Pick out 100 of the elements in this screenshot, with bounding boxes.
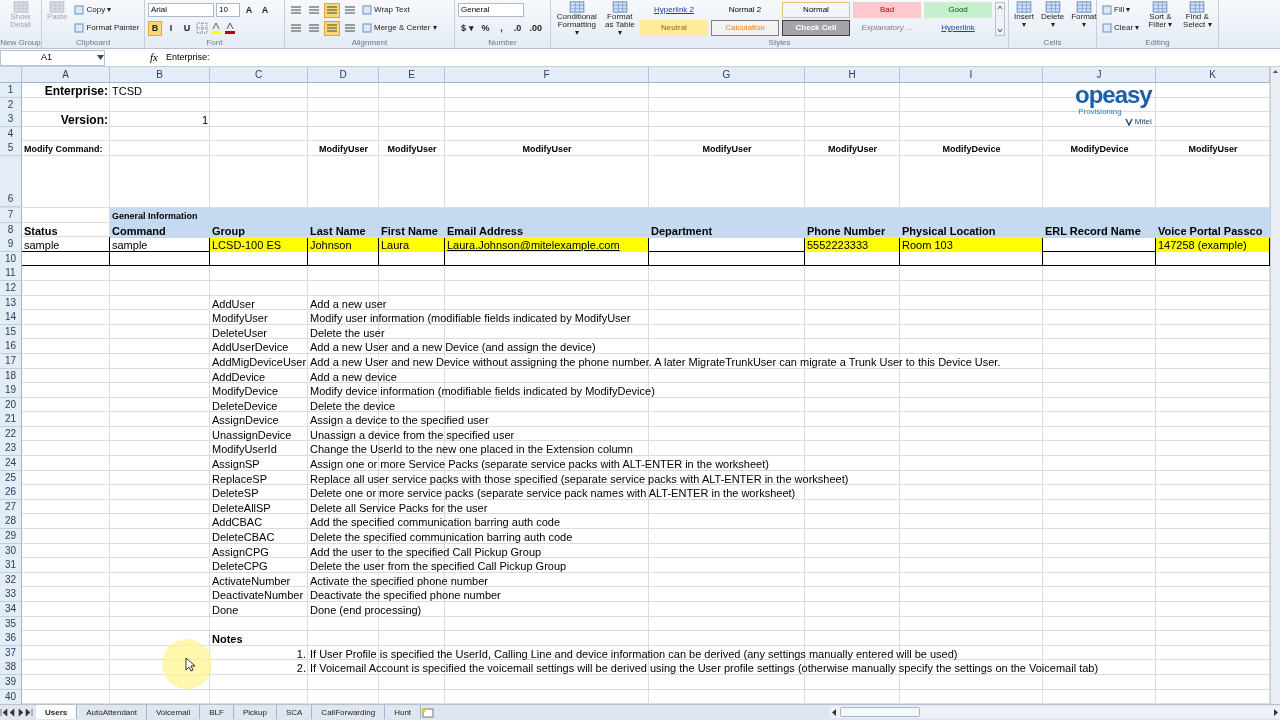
cell-text: AssignCPG xyxy=(212,545,269,559)
horizontal-scrollbar[interactable] xyxy=(830,706,1280,718)
ribbon-button[interactable]: Format Painter xyxy=(72,22,142,34)
cell-style[interactable]: Bad xyxy=(853,2,921,18)
row-number[interactable]: 38 xyxy=(0,660,22,676)
vertical-scrollbar[interactable] xyxy=(1270,67,1280,704)
ribbon-button[interactable]: Format ▾ xyxy=(1069,1,1099,29)
cell-text: Done xyxy=(212,604,239,617)
cell-style[interactable]: Normal xyxy=(782,2,850,18)
alignment-button[interactable] xyxy=(324,2,340,18)
ribbon-button[interactable]: Delete ▾ xyxy=(1039,1,1067,29)
column-letter[interactable]: A xyxy=(22,67,110,83)
cell-text: Room 103 xyxy=(902,239,953,253)
toolbar-text-button[interactable]: A xyxy=(258,2,272,18)
cell-style[interactable]: Hyperlink 2 xyxy=(640,2,708,18)
ribbon-button[interactable]: Find & Select ▾ xyxy=(1179,1,1215,29)
command-tag: ModifyDevice xyxy=(1070,143,1129,157)
ribbon-button[interactable]: Sort & Filter ▾ xyxy=(1144,1,1177,29)
cell-style[interactable]: Explanatory ... xyxy=(853,20,921,36)
ribbon-button[interactable]: Clear ▾ xyxy=(1100,22,1142,34)
row-number[interactable]: 3 xyxy=(0,112,22,128)
column-letter[interactable]: B xyxy=(110,67,210,83)
alignment-button[interactable] xyxy=(324,20,340,36)
column-letter[interactable]: H xyxy=(805,67,900,83)
ribbon-button[interactable]: Conditional Formatting ▾ xyxy=(554,1,600,37)
row-number[interactable]: 7 xyxy=(0,207,22,223)
toolbar-text-button[interactable]: A xyxy=(242,2,256,18)
toolbar-text-button[interactable]: I xyxy=(164,20,178,36)
toolbar-text-button[interactable]: , xyxy=(494,20,509,36)
left-arrow-icon[interactable] xyxy=(830,707,838,717)
name-box[interactable]: A1 xyxy=(0,49,105,66)
cell-style[interactable]: Good xyxy=(924,2,992,18)
cell-text: Assign one or more Service Packs (separate service packs with ALT-ENTER in the worksheet) xyxy=(310,458,769,472)
toolbar-text-button[interactable]: U xyxy=(180,20,194,36)
gallery-scroll-icon[interactable] xyxy=(995,2,1005,36)
toolbar-text-button[interactable]: % xyxy=(478,20,493,36)
row-number[interactable]: 26 xyxy=(0,485,22,501)
sheet-navigation-icon[interactable] xyxy=(0,707,36,717)
ribbon-button[interactable]: Fill ▾ xyxy=(1100,4,1133,16)
row-number[interactable]: 28 xyxy=(0,514,22,530)
column-letter[interactable]: J xyxy=(1043,67,1156,83)
ribbon-button[interactable]: Copy ▾ xyxy=(72,4,114,16)
dropdown-field[interactable]: General xyxy=(458,3,524,17)
row-number[interactable]: 6 xyxy=(0,155,22,207)
dropdown-field[interactable]: Arial xyxy=(148,3,214,17)
column-letter[interactable]: D xyxy=(308,67,379,83)
row-number[interactable]: 19 xyxy=(0,383,22,399)
cell-text: DeleteAllSP xyxy=(212,501,271,515)
scroll-thumb[interactable] xyxy=(840,707,920,717)
row-number[interactable]: 5 xyxy=(0,141,22,157)
row-number[interactable]: 29 xyxy=(0,529,22,545)
page-icon xyxy=(74,5,85,15)
insert-function-button[interactable]: fx xyxy=(147,49,161,66)
caret-icon xyxy=(97,55,104,60)
borders-icon[interactable] xyxy=(196,22,208,34)
row-number[interactable]: 36 xyxy=(0,631,22,647)
ribbon-button[interactable]: Merge & Center ▾ xyxy=(360,22,439,34)
toolbar-text-button[interactable]: .00 xyxy=(526,20,546,36)
column-letter[interactable]: I xyxy=(900,67,1043,83)
cell-value: 2. xyxy=(296,662,306,676)
row-number[interactable]: 31 xyxy=(0,558,22,574)
toolbar-text-button[interactable]: $ ▾ xyxy=(458,20,477,36)
cell-text: ModifyUser xyxy=(212,312,268,326)
row-number[interactable]: 21 xyxy=(0,412,22,428)
insert-sheet-icon[interactable] xyxy=(421,706,436,718)
group-label: Number xyxy=(487,37,518,48)
cell-style[interactable]: Normal 2 xyxy=(711,2,779,18)
row-number[interactable]: 34 xyxy=(0,602,22,617)
row-number[interactable]: 24 xyxy=(0,456,22,472)
column-letter[interactable]: F xyxy=(445,67,649,83)
cell-style[interactable]: Neutral xyxy=(640,20,708,36)
toolbar-text-button[interactable]: B xyxy=(148,20,162,36)
row-number[interactable]: 14 xyxy=(0,310,22,326)
row-number[interactable]: 9 xyxy=(0,237,22,253)
cell-text: ModifyUserId xyxy=(212,443,277,457)
row-number[interactable]: 1 xyxy=(0,83,22,98)
ribbon-button[interactable]: Format as Table ▾ xyxy=(602,1,637,37)
cell-text: Replace all user service packs with those specified (separate service packs with ALT-ENTER in the worksheet) xyxy=(310,472,849,486)
row-number[interactable]: 33 xyxy=(0,587,22,603)
field-label: Version: xyxy=(60,114,108,128)
column-letter[interactable]: C xyxy=(210,67,308,83)
right-arrow-icon[interactable] xyxy=(1272,707,1280,717)
column-letter[interactable]: E xyxy=(379,67,445,83)
ribbon-button[interactable]: Wrap Text xyxy=(360,4,412,16)
cell-text: AddUser xyxy=(212,297,255,311)
dropdown-field[interactable]: 10 xyxy=(216,3,240,17)
command-tag: Modify Command: xyxy=(24,143,103,157)
row-number[interactable]: 23 xyxy=(0,441,22,457)
color-swatch-icon[interactable] xyxy=(210,22,222,34)
color-swatch-icon[interactable] xyxy=(224,22,236,34)
page-icon xyxy=(74,23,85,33)
row-number[interactable]: 11 xyxy=(0,266,22,282)
up-arrow-icon[interactable] xyxy=(1271,67,1280,76)
row-number[interactable]: 16 xyxy=(0,339,22,355)
ribbon-button[interactable]: Insert ▾ xyxy=(1012,1,1036,29)
sheet-tab[interactable]: Users xyxy=(36,705,78,719)
cell-style[interactable]: Hyperlink xyxy=(924,20,992,36)
toolbar-text-button[interactable]: .0 xyxy=(510,20,525,36)
column-letter[interactable]: G xyxy=(649,67,805,83)
logo-wordmark: opeasy xyxy=(1075,83,1152,107)
